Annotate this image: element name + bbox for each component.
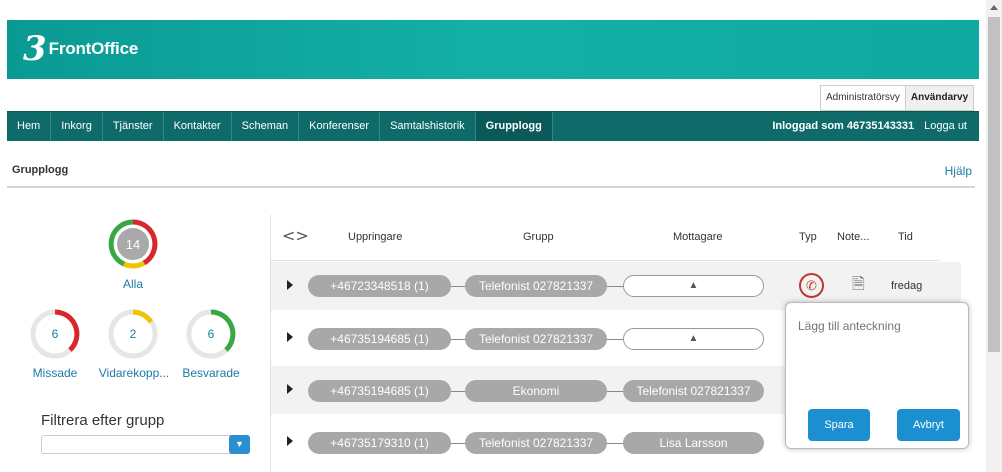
user-area: Inloggad som 46735143331 Logga ut	[772, 112, 967, 141]
connector	[607, 391, 623, 392]
receiver-pill[interactable]: Lisa Larsson	[623, 432, 764, 454]
expand-row-icon[interactable]	[287, 280, 293, 290]
page-title: Grupplogg	[12, 164, 69, 176]
three-logo-icon: 3	[23, 29, 47, 69]
nav-item-konferenser[interactable]: Konferenser	[299, 112, 381, 141]
receiver-pill[interactable]: Telefonist 027821337	[623, 380, 764, 402]
caller-pill[interactable]: +46723348518 (1)	[308, 275, 451, 297]
note-textarea[interactable]	[790, 311, 966, 407]
header-banner: 3 FrontOffice	[7, 20, 979, 79]
note-popup: Spara Avbryt	[785, 302, 969, 449]
expand-row-icon[interactable]	[287, 332, 293, 342]
title-divider	[7, 186, 975, 188]
answered-count: 6	[208, 327, 215, 341]
nav-item-kontakter[interactable]: Kontakter	[164, 112, 232, 141]
main-nav: Hem Inkorg Tjänster Kontakter Scheman Ko…	[7, 111, 979, 141]
expand-columns-icon[interactable]: <>	[282, 226, 309, 245]
caller-pill[interactable]: +46735179310 (1)	[308, 432, 451, 454]
caller-pill[interactable]: +46735194685 (1)	[308, 380, 451, 402]
table-header: Uppringare Grupp Mottagare Typ Note... T…	[271, 215, 941, 261]
logged-in-text: Inloggad som 46735143331	[772, 120, 915, 132]
missed-count: 6	[52, 327, 59, 341]
view-toggle: Administratörsvy Användarvy	[820, 85, 975, 111]
col-time[interactable]: Tid	[898, 231, 913, 243]
answered-label[interactable]: Besvarade	[178, 366, 244, 380]
caller-pill[interactable]: +46735194685 (1)	[308, 328, 451, 350]
nav-item-scheman[interactable]: Scheman	[232, 112, 300, 141]
forwarded-label[interactable]: Vidarekopp...	[92, 366, 176, 380]
expand-row-icon[interactable]	[287, 436, 293, 446]
app-root: 3 FrontOffice Administratörsvy Användarv…	[0, 0, 1002, 472]
brand-name: FrontOffice	[48, 39, 139, 58]
nav-item-samtalshistorik[interactable]: Samtalshistorik	[380, 112, 476, 141]
arrow-up-icon[interactable]: ▲	[623, 328, 764, 350]
logout-link[interactable]: Logga ut	[924, 112, 967, 141]
nav-item-hem[interactable]: Hem	[7, 112, 52, 141]
col-group[interactable]: Grupp	[523, 231, 554, 243]
nav-item-inkorg[interactable]: Inkorg	[51, 112, 103, 141]
all-calls-count: 14	[126, 237, 140, 252]
brand-logo[interactable]: 3 FrontOffice	[23, 32, 138, 66]
chevron-down-icon[interactable]: ▼	[229, 435, 250, 454]
missed-call-icon: ✆	[799, 273, 824, 298]
page-scrollbar[interactable]	[986, 0, 1002, 472]
col-note[interactable]: Note...	[837, 231, 869, 243]
arrow-up-icon[interactable]: ▲	[623, 275, 764, 297]
forwarded-count: 2	[130, 327, 137, 341]
user-view-tab[interactable]: Användarvy	[905, 86, 974, 110]
expand-row-icon[interactable]	[287, 384, 293, 394]
group-pill[interactable]: Telefonist 027821337	[465, 432, 607, 454]
nav-item-grupplogg[interactable]: Grupplogg	[475, 112, 553, 141]
answered-donut[interactable]: 6	[185, 308, 237, 360]
missed-label[interactable]: Missade	[25, 366, 85, 380]
col-caller[interactable]: Uppringare	[348, 231, 402, 243]
admin-view-tab[interactable]: Administratörsvy	[821, 86, 906, 110]
connector	[607, 339, 623, 340]
forwarded-donut[interactable]: 2	[107, 308, 159, 360]
connector	[451, 443, 465, 444]
connector	[451, 339, 465, 340]
group-filter-select[interactable]: ▼	[41, 435, 250, 454]
connector	[607, 286, 623, 287]
group-pill[interactable]: Telefonist 027821337	[465, 328, 607, 350]
save-button[interactable]: Spara	[808, 409, 870, 441]
all-calls-label[interactable]: Alla	[108, 277, 158, 291]
all-calls-donut[interactable]: 14	[107, 218, 159, 270]
connector	[451, 391, 465, 392]
col-type[interactable]: Typ	[799, 231, 817, 243]
scroll-up-icon[interactable]	[990, 5, 998, 10]
group-filter-label: Filtrera efter grupp	[41, 412, 165, 429]
group-pill[interactable]: Telefonist 027821337	[465, 275, 607, 297]
connector	[451, 286, 465, 287]
cancel-button[interactable]: Avbryt	[897, 409, 960, 441]
nav-item-tjanster[interactable]: Tjänster	[103, 112, 164, 141]
scroll-thumb[interactable]	[988, 17, 1000, 352]
help-link[interactable]: Hjälp	[945, 164, 972, 178]
missed-donut[interactable]: 6	[29, 308, 81, 360]
time-cell: fredag	[891, 280, 923, 292]
col-receiver[interactable]: Mottagare	[673, 231, 723, 243]
group-pill[interactable]: Ekonomi	[465, 380, 607, 402]
add-note-icon[interactable]: 🗎	[852, 273, 865, 300]
connector	[607, 443, 623, 444]
